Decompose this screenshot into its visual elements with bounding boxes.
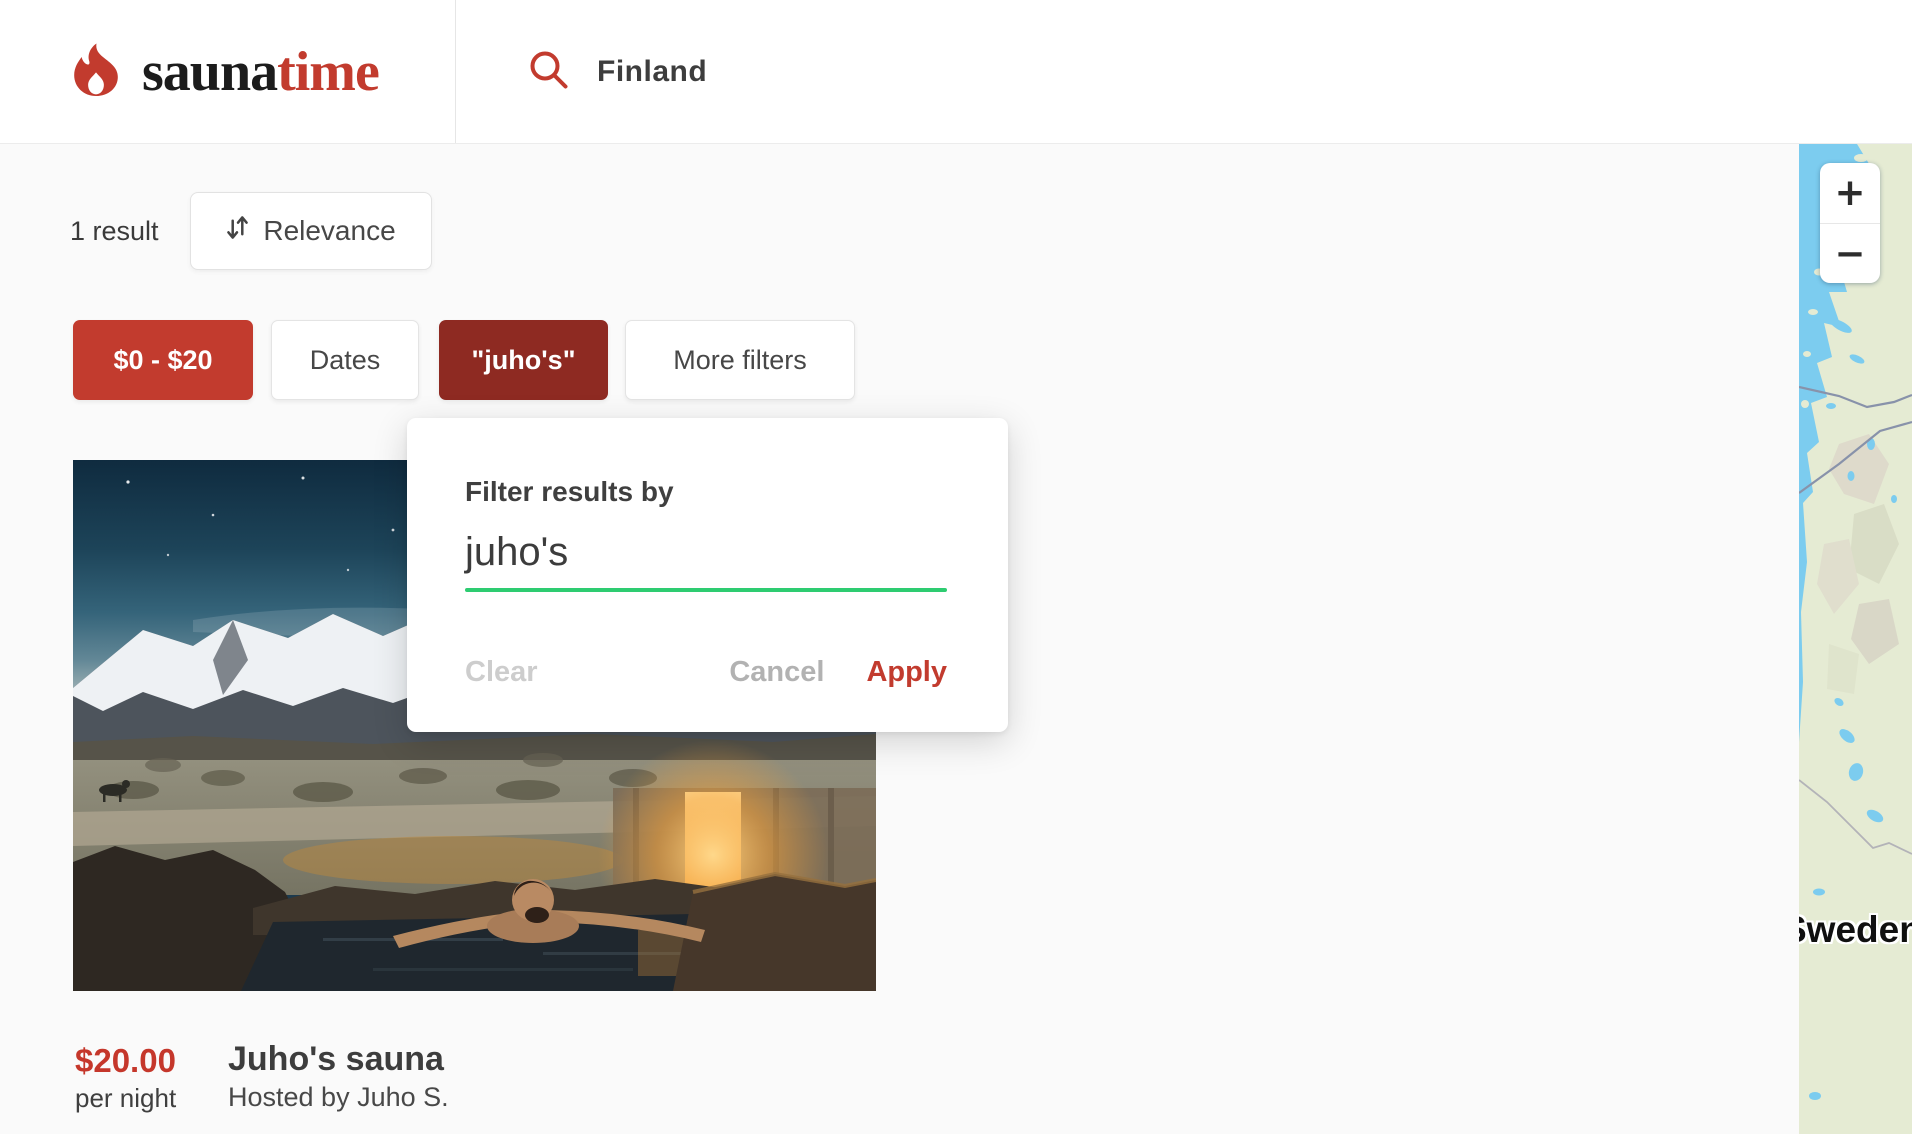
search-input[interactable]: Finland [527,0,707,144]
map-tiles [1799,144,1912,1134]
zoom-out-button[interactable]: − [1820,223,1880,284]
cancel-button[interactable]: Cancel [729,656,824,689]
filter-popover: Filter results by juho's Clear Cancel Ap… [407,418,1008,732]
filter-popover-title: Filter results by [465,476,674,508]
flame-icon [70,41,122,104]
header-divider [455,0,456,143]
result-count: 1 result [70,192,159,270]
sort-arrows-icon [226,214,249,248]
clear-button[interactable]: Clear [465,656,538,689]
search-icon [527,48,571,97]
sort-button[interactable]: Relevance [190,192,432,270]
header: saunatime Finland [0,0,1912,144]
filter-input-underline [465,588,947,592]
filter-chip-keyword[interactable]: "juho's" [439,320,608,400]
listing-price: $20.00 [75,1042,176,1080]
zoom-in-button[interactable]: + [1820,163,1880,223]
filter-chip-more-filters[interactable]: More filters [625,320,855,400]
filter-popover-footer: Clear Cancel Apply [465,656,947,689]
brand-logo[interactable]: saunatime [70,0,379,144]
filter-chip-dates[interactable]: Dates [271,320,419,400]
listing-host: Hosted by Juho S. [228,1082,449,1113]
map-zoom-control: + − [1820,163,1880,283]
sort-label: Relevance [263,215,395,247]
filter-chip-price[interactable]: $0 - $20 [73,320,253,400]
listing-price-unit: per night [75,1083,176,1114]
search-value: Finland [597,55,707,89]
brand-word-time: time [277,41,379,103]
map-country-label: Sweden [1799,909,1912,951]
listing-title: Juho's sauna [228,1040,444,1079]
apply-button[interactable]: Apply [866,656,947,689]
brand-word-sauna: sauna [142,41,277,103]
map[interactable]: + − Sweden [1799,144,1912,1134]
filter-text-input[interactable]: juho's [465,530,947,588]
